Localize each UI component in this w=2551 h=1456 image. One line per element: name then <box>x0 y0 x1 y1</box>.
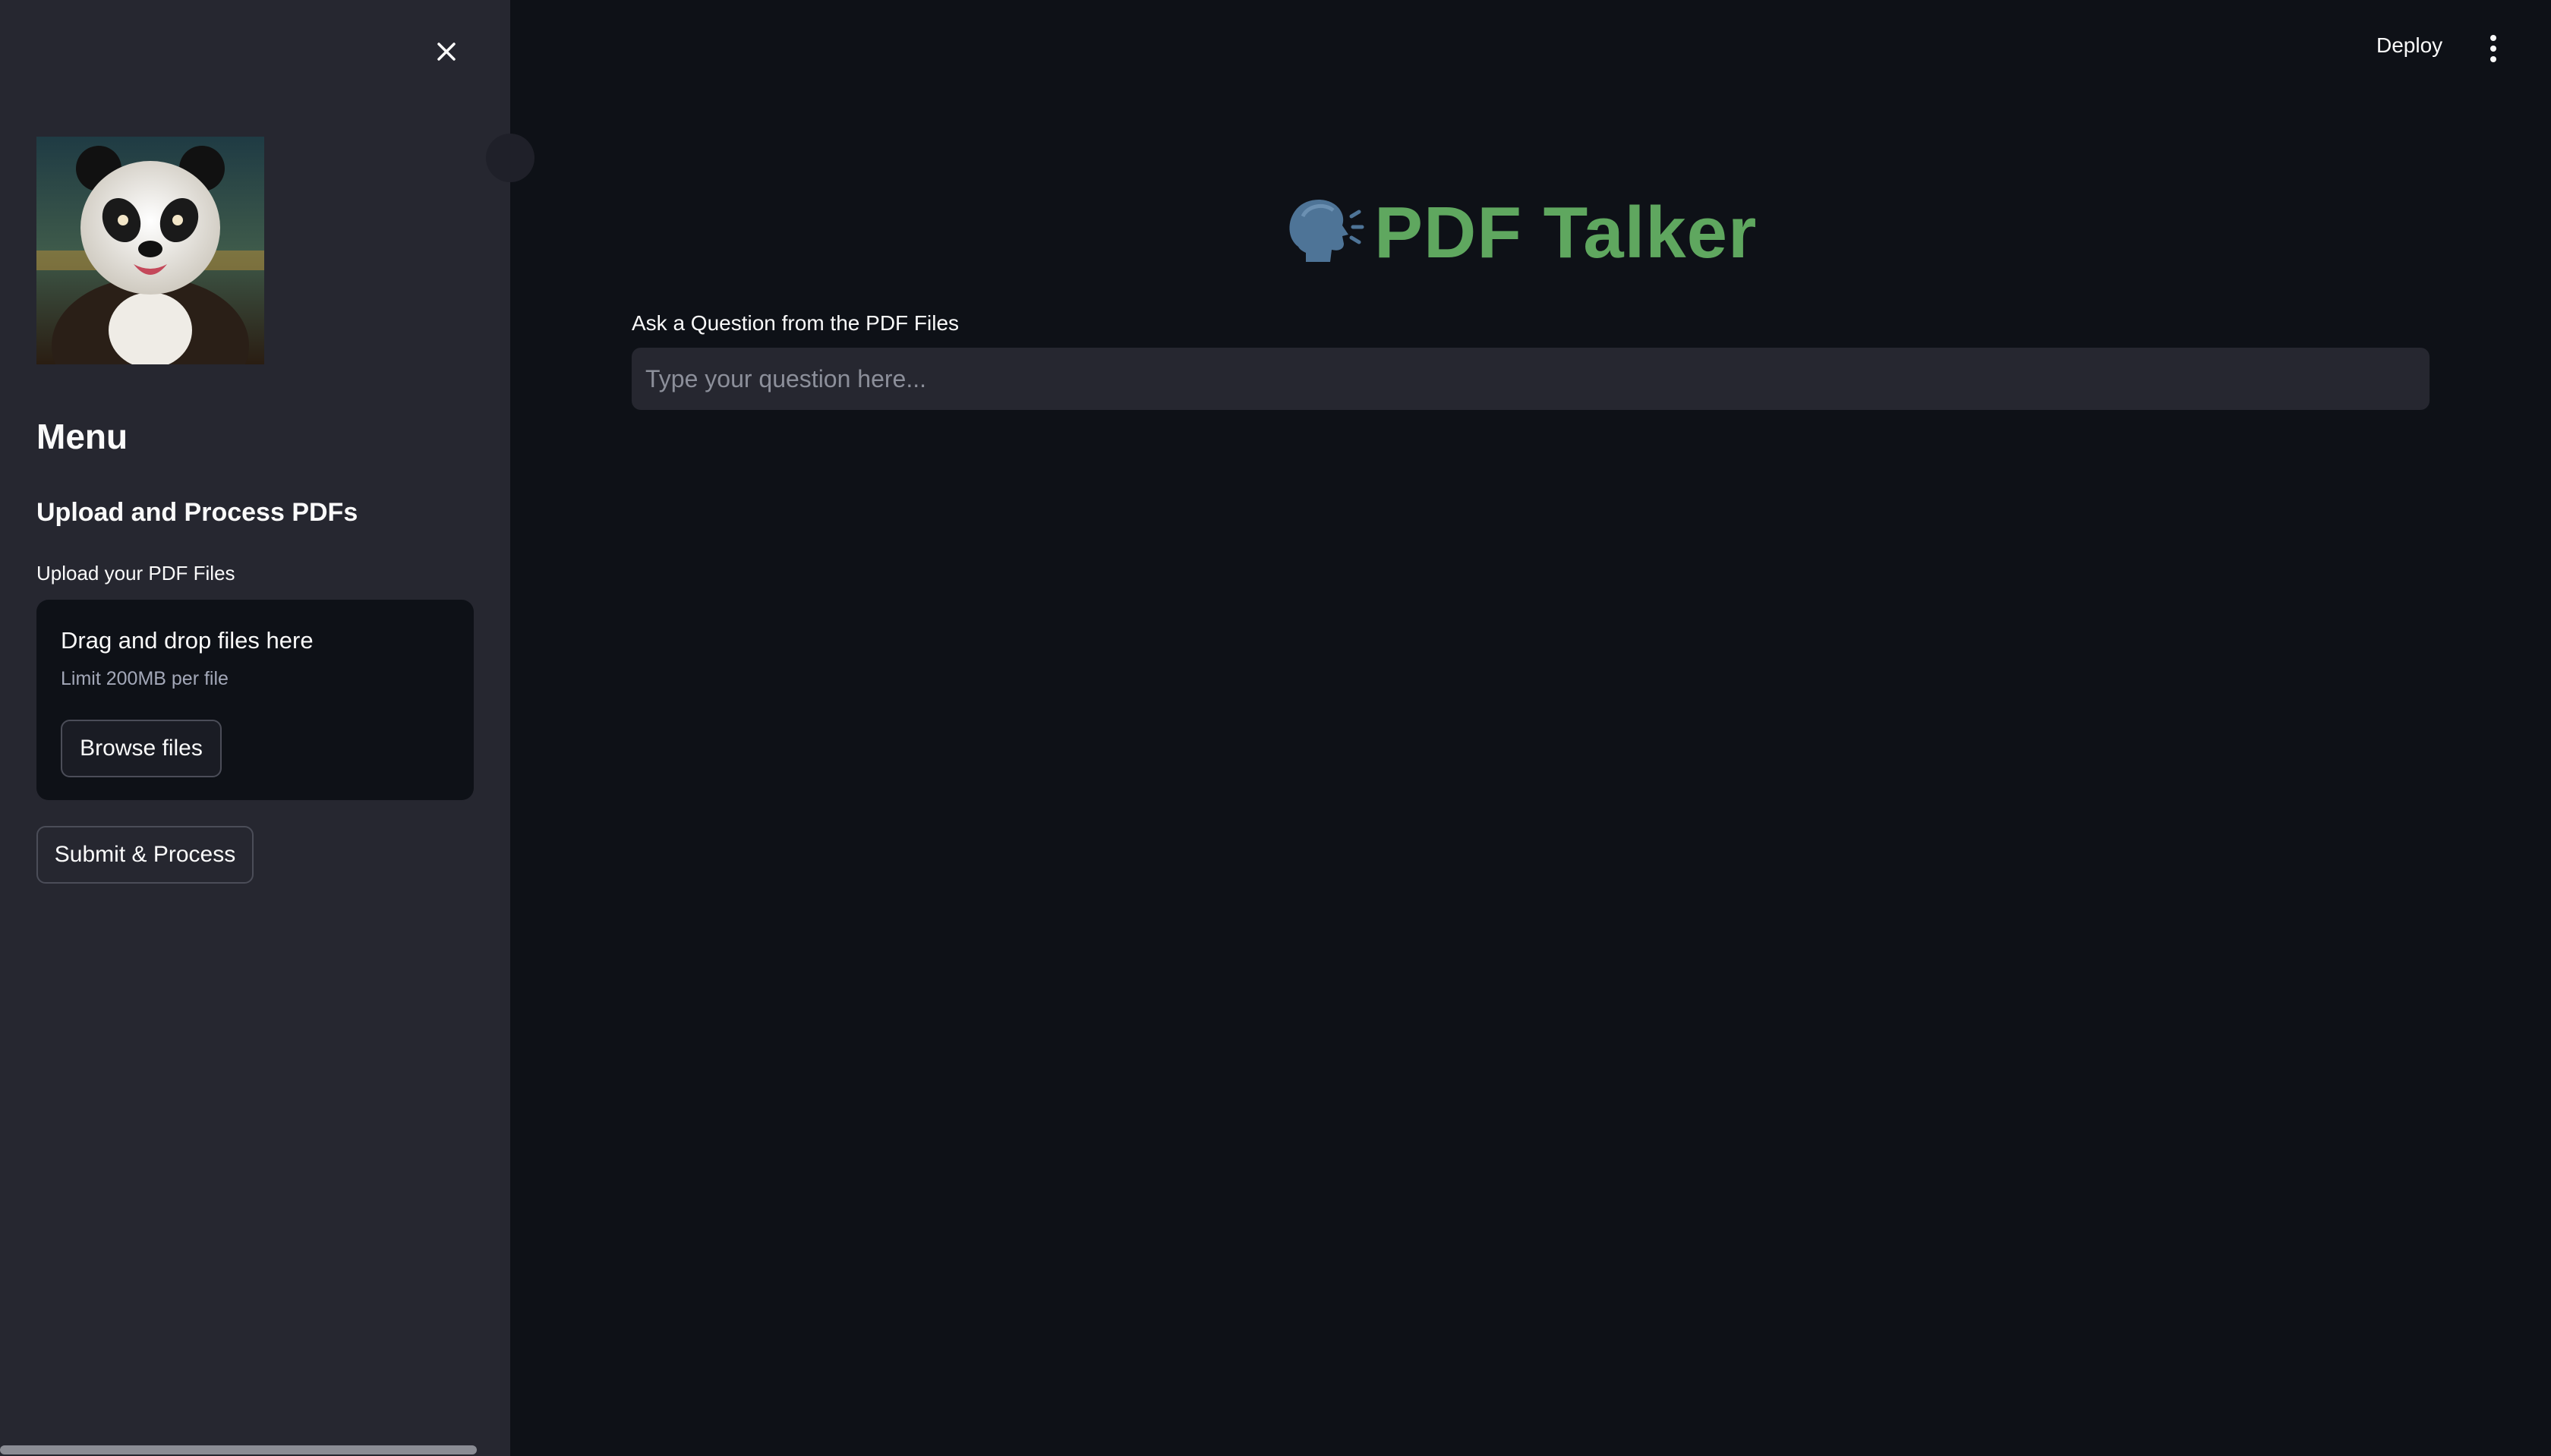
question-label: Ask a Question from the PDF Files <box>632 311 960 335</box>
browse-files-button[interactable]: Browse files <box>61 720 222 777</box>
kebab-menu-icon[interactable] <box>2481 30 2505 67</box>
close-sidebar-button[interactable] <box>428 33 465 70</box>
collapse-sidebar-handle[interactable] <box>486 134 534 182</box>
menu-title: Menu <box>36 417 128 456</box>
panda-avatar <box>36 137 264 364</box>
page-title-text: PDF Talker <box>1374 192 1758 273</box>
file-dropzone[interactable]: Drag and drop files here Limit 200MB per… <box>36 600 474 800</box>
page-title: PDF Talker <box>1283 191 1757 275</box>
sidebar-scrollbar[interactable] <box>0 1445 477 1454</box>
sidebar: Menu Upload and Process PDFs Upload your… <box>0 0 510 1456</box>
upload-section-title: Upload and Process PDFs <box>36 498 358 527</box>
app-root: Menu Upload and Process PDFs Upload your… <box>0 0 2551 1456</box>
dropzone-limit: Limit 200MB per file <box>61 668 229 689</box>
upload-label: Upload your PDF Files <box>36 562 235 585</box>
question-input[interactable] <box>632 348 2430 410</box>
speaking-head-icon <box>1289 200 1364 262</box>
submit-process-button[interactable]: Submit & Process <box>36 826 254 884</box>
dropzone-title: Drag and drop files here <box>61 627 314 654</box>
deploy-button[interactable]: Deploy <box>2376 33 2442 58</box>
close-icon <box>437 43 456 61</box>
